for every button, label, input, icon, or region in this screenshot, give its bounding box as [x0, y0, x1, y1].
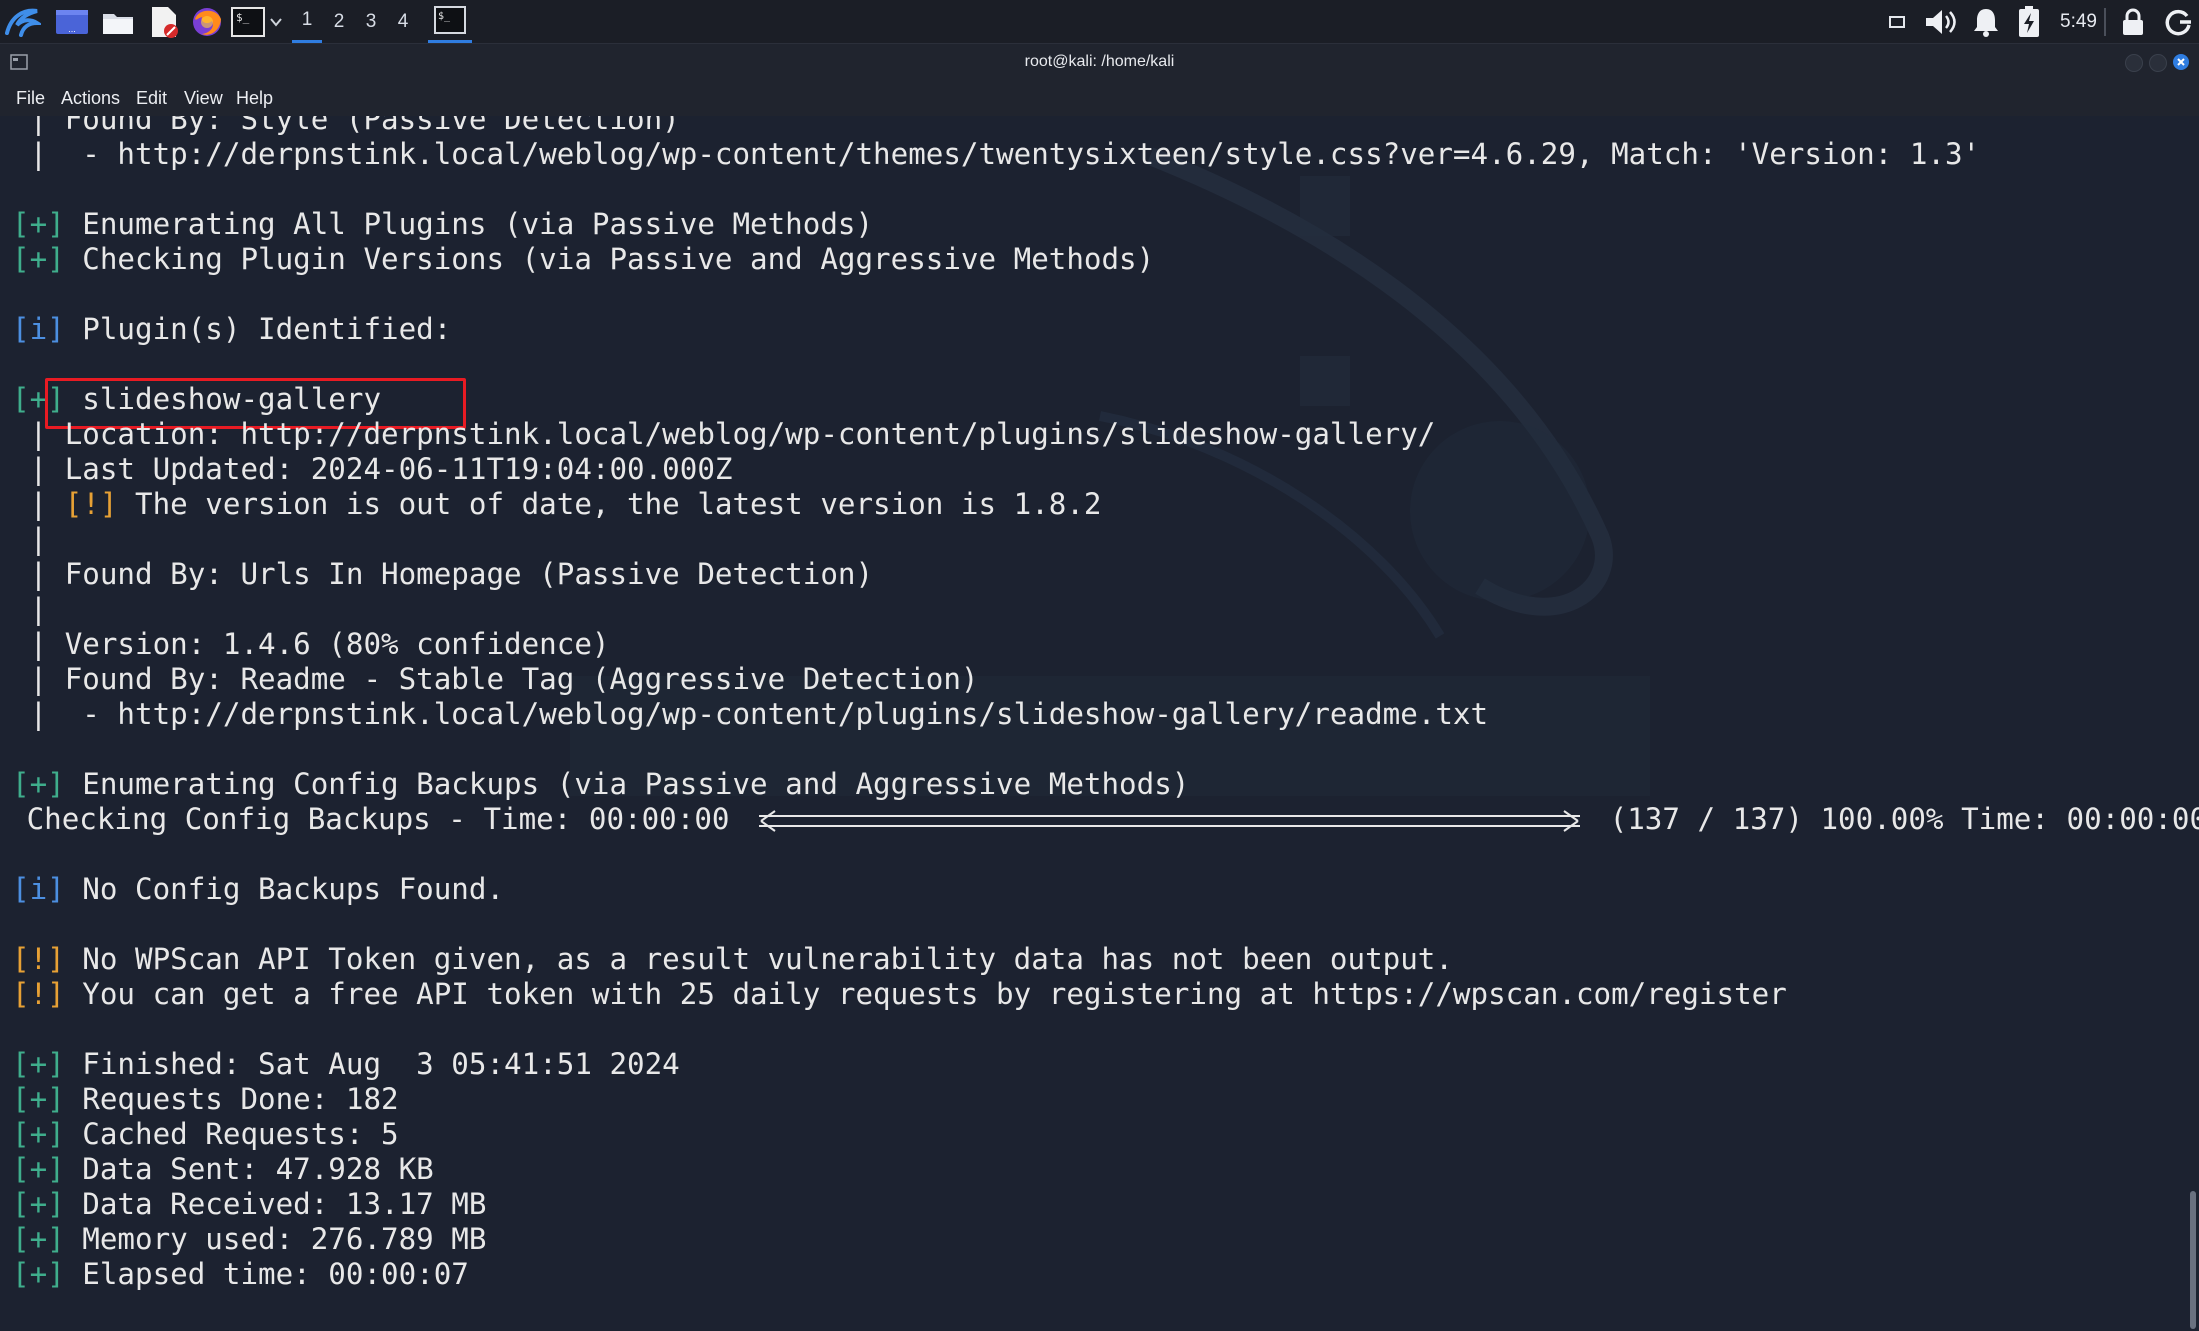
- lock-screen-icon[interactable]: [2116, 4, 2150, 39]
- chevron-down-icon[interactable]: [268, 4, 284, 39]
- terminal-line: [+] Data Sent: 47.928 KB: [12, 1152, 434, 1186]
- svg-text:$_: $_: [438, 11, 451, 22]
- terminal-line: [+] Requests Done: 182: [12, 1082, 399, 1116]
- panel-clock[interactable]: 5:49: [2060, 0, 2097, 43]
- terminal-line: [+] Cached Requests: 5: [12, 1117, 399, 1151]
- terminal-line: [+] Enumerating All Plugins (via Passive…: [12, 207, 874, 241]
- warning-tag: [!]: [64, 487, 118, 521]
- terminal-line: | Location: http://derpnstink.local/webl…: [12, 417, 1436, 451]
- terminal-line: [i] Plugin(s) Identified:: [12, 312, 452, 346]
- terminal-line: | Found By: Style (Passive Detection): [12, 116, 680, 136]
- close-button[interactable]: [2173, 54, 2189, 70]
- window-titlebar[interactable]: root@kali: /home/kali: [0, 44, 2199, 80]
- window-title: root@kali: /home/kali: [1024, 53, 1175, 70]
- info-tag: [i]: [12, 872, 65, 906]
- terminal-line: [+] Enumerating Config Backups (via Pass…: [12, 767, 1190, 801]
- terminal-line: [!] No WPScan API Token given, as a resu…: [12, 942, 1453, 976]
- power-manager-icon[interactable]: [2014, 4, 2044, 39]
- status-tag: [+]: [12, 1082, 65, 1116]
- status-tag: [+]: [12, 1222, 65, 1256]
- minimize-button[interactable]: [2125, 54, 2143, 72]
- terminal-line: [+] Finished: Sat Aug 3 05:41:51 2024: [12, 1047, 680, 1081]
- kali-menu-icon[interactable]: [2, 4, 42, 39]
- svg-text:$_: $_: [236, 11, 250, 24]
- terminal-line: [+] Data Received: 13.17 MB: [12, 1187, 487, 1221]
- panel-separator: [2104, 8, 2106, 36]
- status-tag: [+]: [12, 1187, 65, 1221]
- terminal-scrollbar[interactable]: [2185, 116, 2199, 1331]
- workspace-2[interactable]: 2: [324, 0, 354, 43]
- warning-tag: [!]: [12, 942, 65, 976]
- status-tag: [+]: [12, 242, 65, 276]
- terminal-line: | Found By: Urls In Homepage (Passive De…: [12, 557, 874, 591]
- svg-text:...: ...: [68, 25, 76, 34]
- display-icon[interactable]: [1884, 4, 1910, 39]
- info-tag: [i]: [12, 312, 65, 346]
- workspace-1[interactable]: 1: [292, 0, 322, 43]
- menu-view[interactable]: View: [184, 80, 223, 116]
- terminal-output[interactable]: | Found By: Style (Passive Detection) | …: [0, 116, 2199, 1331]
- status-tag: [+]: [12, 1152, 65, 1186]
- progress-line: Checking Config Backups - Time: 00:00:00…: [9, 802, 2199, 836]
- status-tag: [+]: [12, 1047, 65, 1081]
- terminal-line: | - http://derpnstink.local/weblog/wp-co…: [12, 137, 1981, 171]
- notifications-icon[interactable]: [1968, 4, 2004, 39]
- menu-edit[interactable]: Edit: [136, 80, 167, 116]
- scrollbar-thumb[interactable]: [2190, 1191, 2196, 1329]
- status-tag: [+]: [12, 207, 65, 241]
- progress-arrow: [759, 810, 1581, 832]
- menu-file[interactable]: File: [16, 80, 45, 116]
- close-icon: [2177, 58, 2185, 66]
- terminal-line: |: [12, 522, 48, 556]
- terminal-line: | Version: 1.4.6 (80% confidence): [12, 627, 610, 661]
- status-tag: [+]: [12, 767, 65, 801]
- text-editor-icon[interactable]: [145, 4, 183, 39]
- logout-icon[interactable]: [2160, 4, 2196, 39]
- file-manager-icon[interactable]: [98, 4, 138, 39]
- terminal-launcher-icon[interactable]: $_: [230, 4, 266, 39]
- status-tag: [+]: [12, 1257, 65, 1291]
- menu-help[interactable]: Help: [236, 80, 273, 116]
- terminal-line: | Found By: Readme - Stable Tag (Aggress…: [12, 662, 979, 696]
- show-desktop-icon[interactable]: ...: [52, 4, 92, 39]
- maximize-button[interactable]: [2149, 54, 2167, 72]
- status-tag: [+]: [12, 1117, 65, 1151]
- terminal-line: | - http://derpnstink.local/weblog/wp-co…: [12, 697, 1489, 731]
- workspace-4[interactable]: 4: [388, 0, 418, 43]
- volume-icon[interactable]: [1922, 4, 1960, 39]
- firefox-icon[interactable]: [188, 4, 226, 39]
- desktop: ... $_ 1 2 3 4 $_ 5:49 root@kali: /home/…: [0, 0, 2199, 1331]
- terminal-line: | Last Updated: 2024-06-11T19:04:00.000Z: [12, 452, 733, 486]
- terminal-line: | [!] The version is out of date, the la…: [12, 487, 1102, 521]
- top-panel: ... $_ 1 2 3 4 $_ 5:49: [0, 0, 2199, 44]
- terminal-line: [!] You can get a free API token with 25…: [12, 977, 1787, 1011]
- terminal-line: [+] Memory used: 276.789 MB: [12, 1222, 487, 1256]
- terminal-line: [+] Checking Plugin Versions (via Passiv…: [12, 242, 1155, 276]
- terminal-line: |: [12, 592, 48, 626]
- terminal-line: [+] Elapsed time: 00:00:07: [12, 1257, 469, 1291]
- menu-bar: File Actions Edit View Help: [0, 80, 2199, 116]
- taskbar-terminal-window[interactable]: $_: [428, 0, 472, 43]
- terminal-line: [i] No Config Backups Found.: [12, 872, 505, 906]
- warning-tag: [!]: [12, 977, 65, 1011]
- workspace-3[interactable]: 3: [356, 0, 386, 43]
- menu-actions[interactable]: Actions: [61, 80, 120, 116]
